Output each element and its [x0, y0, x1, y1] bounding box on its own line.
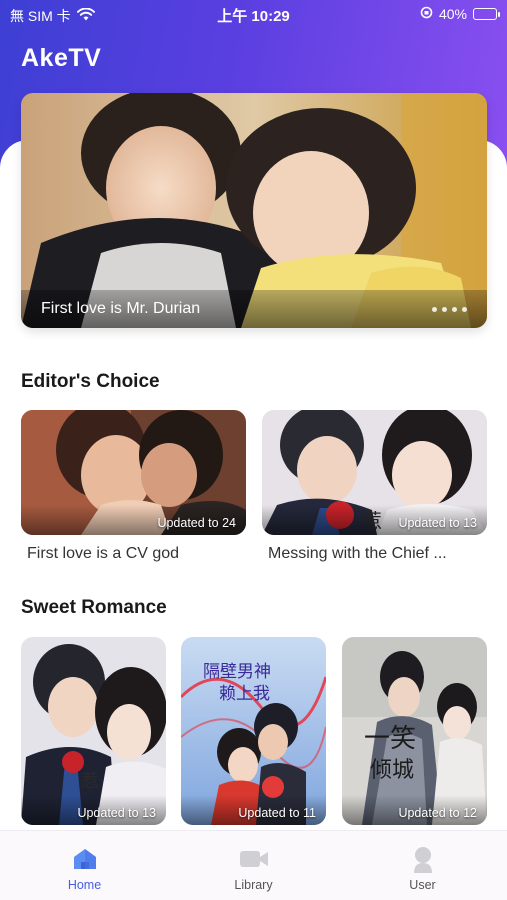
svg-text:隔壁男神: 隔壁男神: [203, 662, 271, 682]
nav-label: User: [409, 878, 436, 892]
status-bar: 無 SIM 卡 上午 10:29 40%: [0, 0, 507, 28]
hero-banner[interactable]: First love is Mr. Durian: [21, 93, 487, 328]
battery-icon: [473, 8, 500, 20]
card-title: Messing with the Chief ...: [268, 545, 447, 562]
user-icon: [363, 845, 483, 873]
orientation-lock-icon: [420, 6, 433, 22]
sweet-romance-card[interactable]: 隔壁男神 赖上我 Updated to 11: [181, 637, 326, 825]
update-badge: Updated to 24: [157, 516, 236, 530]
update-badge: Updated to 11: [238, 806, 316, 820]
card-poster: 一笑 倾城 Updated to 12: [342, 637, 487, 825]
nav-item-user[interactable]: User: [363, 831, 483, 892]
svg-text:一笑: 一笑: [364, 724, 416, 754]
status-left: 無 SIM 卡: [10, 6, 95, 26]
carrier-text: 無 SIM 卡: [10, 8, 71, 24]
carousel-dot[interactable]: [462, 307, 467, 312]
nav-label: Home: [67, 878, 102, 892]
card-poster: 惹 Updated to 13: [21, 637, 166, 825]
svg-text:惹: 惹: [81, 771, 99, 792]
nav-item-library[interactable]: Library: [194, 831, 314, 892]
section-title-sweet-romance: Sweet Romance: [21, 597, 167, 618]
section-title-editors-choice: Editor's Choice: [21, 371, 160, 392]
sweet-romance-card[interactable]: 一笑 倾城 Updated to 12: [342, 637, 487, 825]
carousel-indicator[interactable]: [432, 307, 467, 312]
home-icon: [25, 845, 145, 873]
svg-text:赖上我: 赖上我: [219, 684, 270, 704]
editors-choice-card[interactable]: 惹 Updated to 13 Messing with the Chief .…: [262, 410, 487, 563]
carousel-dot[interactable]: [432, 307, 437, 312]
battery-percent: 40%: [438, 6, 467, 22]
app-title: AkeTV: [21, 44, 102, 72]
status-right: 40%: [420, 6, 500, 22]
wifi-icon: [76, 7, 95, 24]
video-library-icon: [194, 845, 314, 873]
update-badge: Updated to 13: [77, 806, 156, 820]
hero-caption: First love is Mr. Durian: [41, 300, 201, 317]
card-poster: Updated to 24: [21, 410, 246, 535]
svg-text:倾城: 倾城: [370, 758, 414, 783]
carousel-dot[interactable]: [442, 307, 447, 312]
card-title: First love is a CV god: [27, 545, 180, 562]
sweet-romance-card[interactable]: 惹 Updated to 13: [21, 637, 166, 825]
card-poster: 惹 Updated to 13: [262, 410, 487, 535]
carousel-dot[interactable]: [452, 307, 457, 312]
update-badge: Updated to 13: [398, 516, 477, 530]
update-badge: Updated to 12: [398, 806, 477, 820]
nav-label: Library: [234, 878, 273, 892]
bottom-nav: Home Library User: [0, 830, 507, 900]
nav-item-home[interactable]: Home: [25, 831, 145, 892]
editors-choice-card[interactable]: Updated to 24 First love is a CV god: [21, 410, 246, 563]
card-poster: 隔壁男神 赖上我 Updated to 11: [181, 637, 326, 825]
